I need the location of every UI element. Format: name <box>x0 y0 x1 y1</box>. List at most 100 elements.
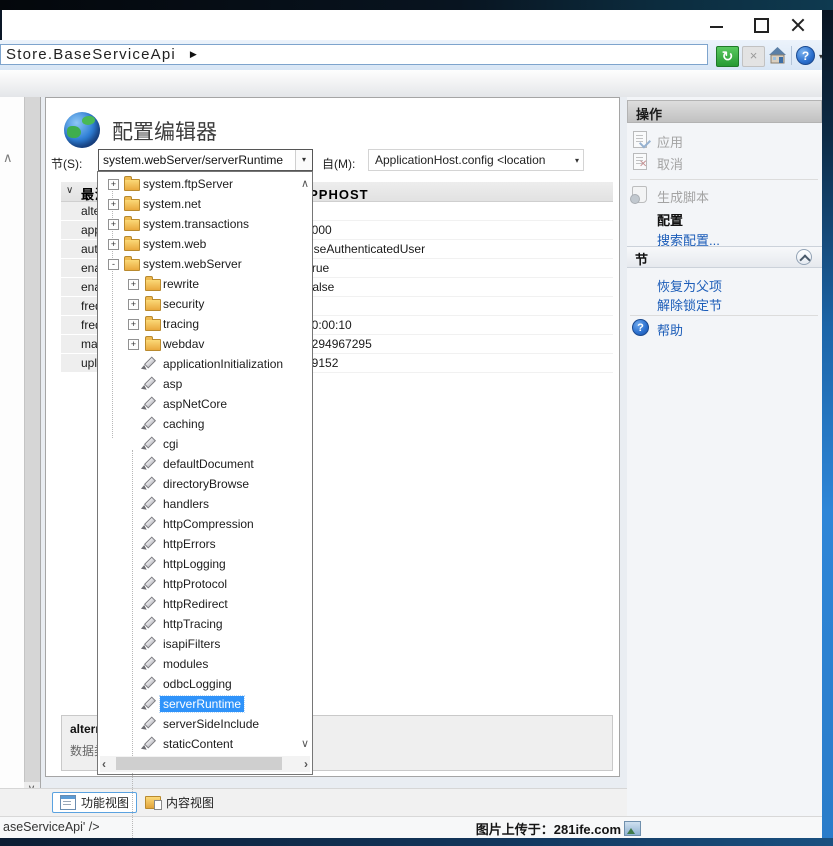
tree-item[interactable]: staticContent <box>98 734 298 754</box>
tab-features-view[interactable]: 功能视图 <box>52 792 137 813</box>
tree-item[interactable]: handlers <box>98 494 298 514</box>
home-icon[interactable] <box>767 46 788 65</box>
breadcrumb[interactable]: Store.BaseServiceApi <box>6 46 176 63</box>
tree-item-label[interactable]: caching <box>160 416 207 432</box>
tree-item[interactable]: aspNetCore <box>98 394 298 414</box>
maximize-button[interactable] <box>745 10 775 40</box>
connections-scroll-up-icon[interactable]: ∧ <box>3 150 13 166</box>
tree-item-label[interactable]: tracing <box>160 316 202 332</box>
tab-content-view[interactable]: 内容视图 <box>138 792 221 813</box>
breadcrumb-bar[interactable]: Store.BaseServiceApi ▶ <box>0 44 708 65</box>
tree-item-label[interactable]: serverSideInclude <box>160 716 262 732</box>
property-value[interactable]: 5000 <box>301 221 613 240</box>
property-value[interactable]: True <box>301 259 613 278</box>
property-value[interactable]: UseAuthenticatedUser <box>301 240 613 259</box>
tree-item[interactable]: serverSideInclude <box>98 714 298 734</box>
tree-item[interactable]: httpTracing <box>98 614 298 634</box>
section-combobox[interactable]: system.webServer/serverRuntime ▾ <box>98 149 313 171</box>
section-group-bar[interactable]: 节 <box>627 246 822 268</box>
tree-expander-icon[interactable]: + <box>128 339 139 350</box>
tree-item-label[interactable]: security <box>160 296 207 312</box>
help-icon[interactable]: ? <box>796 46 815 65</box>
tree-item-label[interactable]: rewrite <box>160 276 202 292</box>
tree-item[interactable]: httpRedirect <box>98 594 298 614</box>
tree-item[interactable]: isapiFilters <box>98 634 298 654</box>
tree-expander-icon[interactable]: + <box>128 319 139 330</box>
tree-horizontal-scrollbar[interactable]: ‹ › <box>100 756 310 772</box>
tree-item[interactable]: serverRuntime <box>98 694 298 714</box>
tree-item-label[interactable]: aspNetCore <box>160 396 230 412</box>
tree-item[interactable]: - system.webServer <box>98 254 298 274</box>
property-value[interactable] <box>301 202 613 221</box>
tree-item[interactable]: directoryBrowse <box>98 474 298 494</box>
tree-item[interactable]: + system.ftpServer <box>98 174 298 194</box>
tree-expander-icon[interactable]: + <box>108 239 119 250</box>
tree-item-label[interactable]: defaultDocument <box>160 456 257 472</box>
collapse-icon[interactable]: ∨ <box>66 185 73 196</box>
property-value[interactable]: 2 <box>301 297 613 316</box>
tree-item-label[interactable]: serverRuntime <box>160 696 244 712</box>
tree-item-label[interactable]: httpErrors <box>160 536 219 552</box>
from-combobox-arrow-icon[interactable]: ▾ <box>575 156 579 165</box>
tree-item[interactable]: + webdav <box>98 334 298 354</box>
tree-scroll-up-icon[interactable]: ∧ <box>301 177 309 190</box>
minimize-button[interactable] <box>702 10 732 40</box>
tree-item-label[interactable]: httpCompression <box>160 516 257 532</box>
tree-item-label[interactable]: asp <box>160 376 185 392</box>
section-combobox-arrow-icon[interactable]: ▾ <box>295 150 312 170</box>
tree-item[interactable]: modules <box>98 654 298 674</box>
property-value[interactable]: False <box>301 278 613 297</box>
tree-scroll-down-icon[interactable]: ∨ <box>301 737 309 750</box>
tree-scroll-right-icon[interactable]: › <box>304 757 308 771</box>
tree-item-label[interactable]: staticContent <box>160 736 236 752</box>
property-value[interactable]: 4294967295 <box>301 335 613 354</box>
tree-item[interactable]: httpProtocol <box>98 574 298 594</box>
property-value[interactable]: 49152 <box>301 354 613 373</box>
unlock-section-label[interactable]: 解除锁定节 <box>657 295 722 314</box>
tree-item-label[interactable]: system.webServer <box>140 256 245 272</box>
tree-item[interactable]: + tracing <box>98 314 298 334</box>
tree-item[interactable]: + system.web <box>98 234 298 254</box>
help-link[interactable]: ? 帮助 <box>627 318 822 339</box>
tree-item[interactable]: httpCompression <box>98 514 298 534</box>
tree-item-label[interactable]: webdav <box>160 336 207 352</box>
tree-item[interactable]: httpLogging <box>98 554 298 574</box>
property-value[interactable]: 00:00:10 <box>301 316 613 335</box>
tree-item-label[interactable]: system.net <box>140 196 204 212</box>
tree-item[interactable]: applicationInitialization <box>98 354 298 374</box>
tree-expander-icon[interactable]: + <box>128 299 139 310</box>
tree-expander-icon[interactable]: - <box>108 259 119 270</box>
tree-item[interactable]: + rewrite <box>98 274 298 294</box>
collapse-section-icon[interactable] <box>796 249 812 265</box>
tree-item-label[interactable]: httpProtocol <box>160 576 230 592</box>
tree-item-label[interactable]: system.web <box>140 236 209 252</box>
tree-item-label[interactable]: httpTracing <box>160 616 226 632</box>
refresh-icon[interactable]: ↻ <box>716 46 739 67</box>
tree-expander-icon[interactable]: + <box>128 279 139 290</box>
tree-item[interactable]: httpErrors <box>98 534 298 554</box>
tree-item-label[interactable]: applicationInitialization <box>160 356 286 372</box>
unlock-section-link[interactable]: 解除锁定节 <box>627 293 822 314</box>
tree-item-label[interactable]: system.ftpServer <box>140 176 236 192</box>
tree-item[interactable]: + system.transactions <box>98 214 298 234</box>
tree-item-label[interactable]: httpRedirect <box>160 596 231 612</box>
from-combobox[interactable]: ApplicationHost.config <location ▾ <box>368 149 584 171</box>
tree-item-label[interactable]: system.transactions <box>140 216 252 232</box>
tree-scroll-left-icon[interactable]: ‹ <box>102 757 106 771</box>
tree-expander-icon[interactable]: + <box>108 199 119 210</box>
tree-item[interactable]: asp <box>98 374 298 394</box>
tree-item-label[interactable]: odbcLogging <box>160 676 235 692</box>
tree-expander-icon[interactable]: + <box>108 219 119 230</box>
tree-item-label[interactable]: isapiFilters <box>160 636 223 652</box>
revert-to-parent-link[interactable]: 恢复为父项 <box>627 274 822 295</box>
tree-item-label[interactable]: modules <box>160 656 211 672</box>
tree-expander-icon[interactable]: + <box>108 179 119 190</box>
close-button[interactable] <box>783 10 813 40</box>
tree-item[interactable]: cgi <box>98 434 298 454</box>
tree-item[interactable]: + security <box>98 294 298 314</box>
tree-item[interactable]: defaultDocument <box>98 454 298 474</box>
tree-item[interactable]: odbcLogging <box>98 674 298 694</box>
tree-item-label[interactable]: handlers <box>160 496 212 512</box>
connections-vertical-scrollbar[interactable] <box>24 97 40 782</box>
tree-item-label[interactable]: cgi <box>160 436 181 452</box>
